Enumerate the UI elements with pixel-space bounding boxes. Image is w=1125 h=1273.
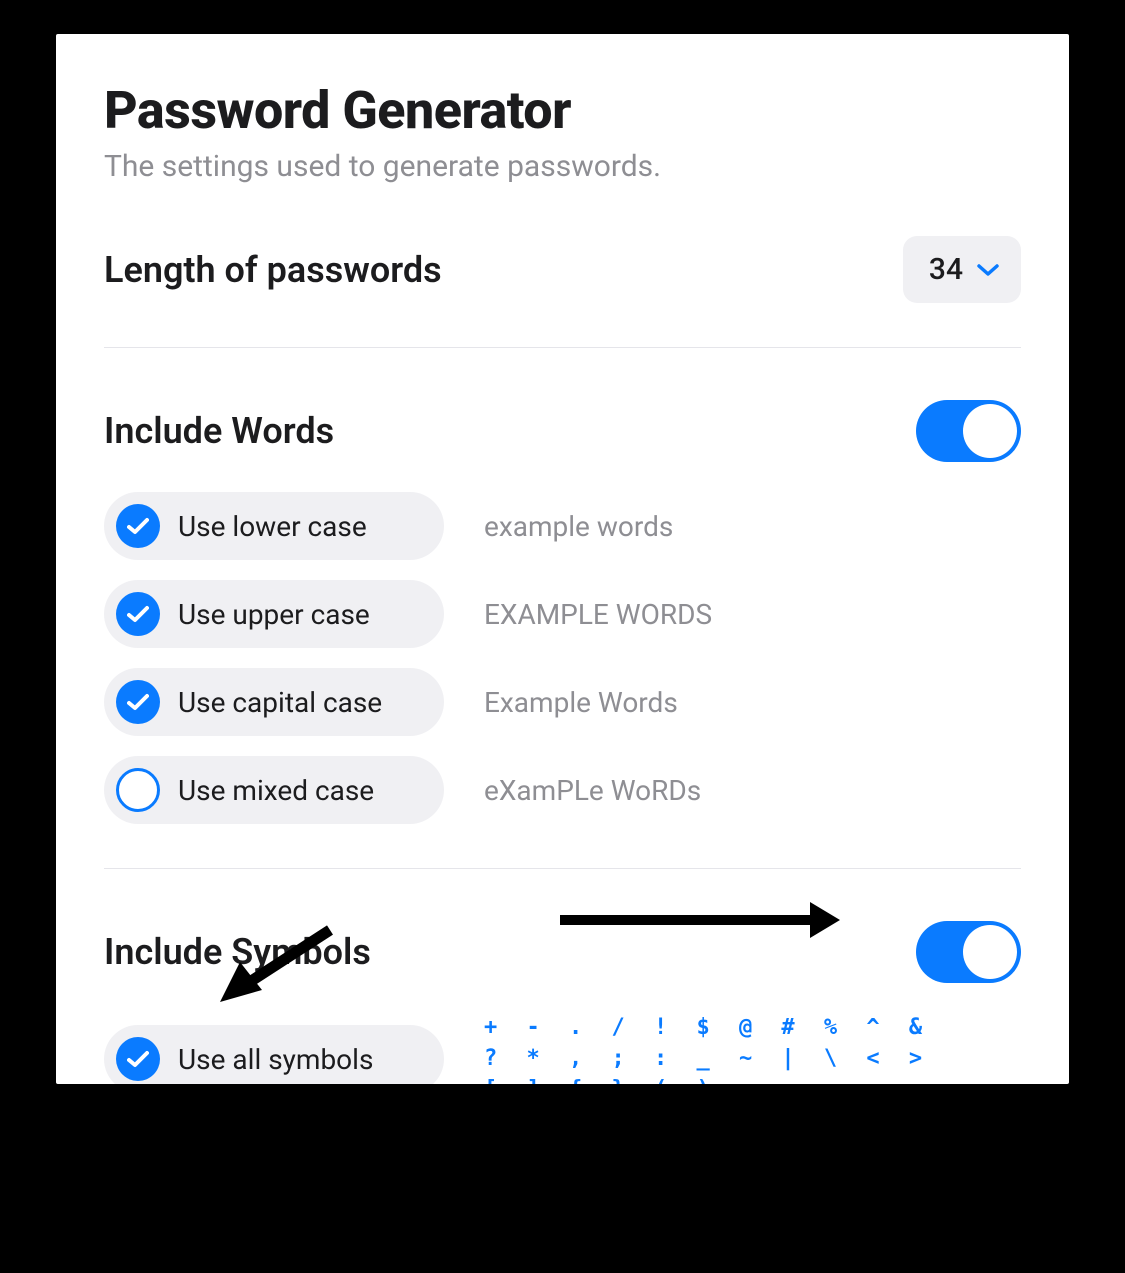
length-row: Length of passwords 34 (104, 236, 1021, 303)
option-upper-case[interactable]: Use upper case (104, 580, 444, 648)
checkmark-icon (116, 504, 160, 548)
option-label: Use capital case (178, 686, 382, 719)
option-label: Use upper case (178, 598, 370, 631)
include-symbols-toggle[interactable] (916, 921, 1021, 983)
include-words-row: Include Words (104, 400, 1021, 462)
checkmark-icon (116, 592, 160, 636)
checkmark-icon (116, 1037, 160, 1081)
option-example: Example Words (484, 686, 1021, 719)
option-label: Use all symbols (178, 1043, 373, 1076)
symbols-options: Use all symbols + - . / ! $ @ # % ^ & ? … (104, 1013, 1021, 1084)
include-symbols-row: Include Symbols (104, 921, 1021, 983)
option-all-symbols[interactable]: Use all symbols (104, 1025, 444, 1084)
length-value: 34 (929, 252, 963, 287)
include-symbols-label: Include Symbols (104, 931, 371, 973)
page-title: Password Generator (104, 82, 1021, 139)
toggle-knob (963, 925, 1017, 979)
words-options: Use lower case example words Use upper c… (104, 492, 1021, 824)
divider (104, 868, 1021, 869)
chevron-down-icon (977, 263, 999, 277)
toggle-knob (963, 404, 1017, 458)
checkmark-icon (116, 680, 160, 724)
option-example: EXAMPLE WORDS (484, 598, 1021, 631)
include-words-toggle[interactable] (916, 400, 1021, 462)
length-select[interactable]: 34 (903, 236, 1021, 303)
divider (104, 347, 1021, 348)
option-example: + - . / ! $ @ # % ^ & ? * , ; : _ ~ | \ … (484, 1013, 944, 1084)
settings-panel: Password Generator The settings used to … (56, 34, 1069, 1084)
include-words-label: Include Words (104, 410, 334, 452)
option-example: eXamPLe WoRDs (484, 774, 1021, 807)
page-subtitle: The settings used to generate passwords. (104, 149, 1021, 184)
option-lower-case[interactable]: Use lower case (104, 492, 444, 560)
option-mixed-case[interactable]: Use mixed case (104, 756, 444, 824)
option-capital-case[interactable]: Use capital case (104, 668, 444, 736)
length-label: Length of passwords (104, 249, 442, 291)
option-label: Use mixed case (178, 774, 374, 807)
option-label: Use lower case (178, 510, 367, 543)
option-example: example words (484, 510, 1021, 543)
circle-unchecked-icon (116, 768, 160, 812)
